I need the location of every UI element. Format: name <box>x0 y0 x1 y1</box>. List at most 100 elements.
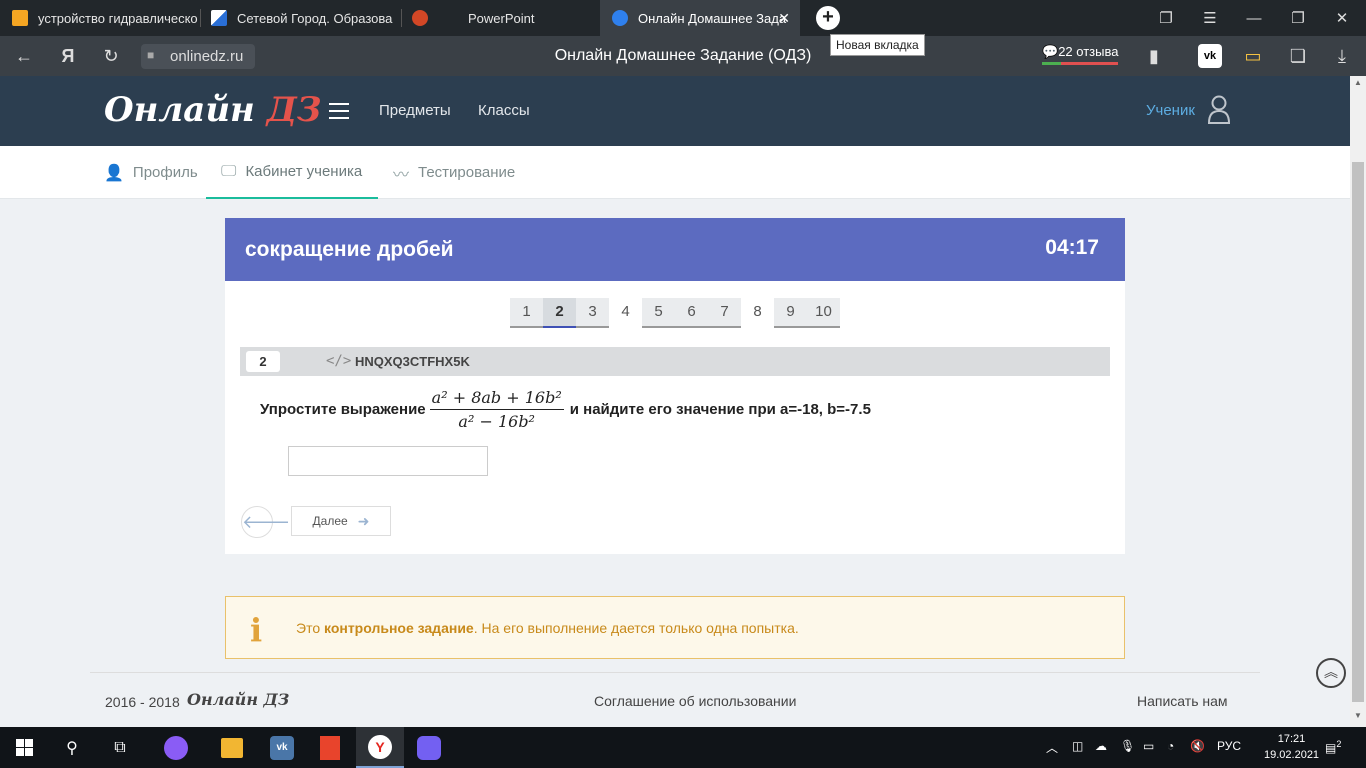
minimize-icon[interactable]: — <box>1232 0 1276 36</box>
page-button[interactable]: 7 <box>708 298 741 328</box>
next-button[interactable]: Далее ➜ <box>291 506 391 536</box>
question-prefix: Упростите выражение <box>260 400 426 418</box>
student-link[interactable]: Ученик <box>1146 102 1195 119</box>
fraction-numerator: a² + 8ab + 16b² <box>429 388 564 410</box>
vk-icon[interactable]: vk <box>1198 44 1222 68</box>
scroll-thumb[interactable] <box>1352 162 1364 702</box>
hamburger-menu-icon[interactable] <box>329 103 349 119</box>
viber-icon[interactable] <box>405 727 453 768</box>
tray-chevron-icon[interactable]: ︿ <box>1046 739 1058 756</box>
user-icon[interactable] <box>1207 94 1231 124</box>
person-icon: 👤 <box>104 164 124 182</box>
page-button-current[interactable]: 2 <box>543 298 576 328</box>
battery-saver-icon[interactable]: ▭ <box>1241 44 1265 68</box>
scroll-to-top-icon[interactable]: ︽ <box>1316 658 1346 688</box>
notice-text: Это контрольное задание. На его выполнен… <box>296 620 799 636</box>
tab-testing[interactable]: 〰 Тестирование <box>393 146 515 199</box>
task-card: сокращение дробей 04:17 1 2 3 4 5 6 7 8 … <box>225 218 1125 554</box>
vk-app-icon[interactable]: vk <box>258 727 306 768</box>
battery-icon[interactable]: ▭ <box>1143 739 1154 753</box>
alice-icon[interactable] <box>152 727 200 768</box>
onedrive-icon[interactable]: ☁ <box>1095 739 1107 753</box>
footer-divider <box>90 672 1260 673</box>
scroll-up-icon[interactable]: ▲ <box>1350 78 1366 92</box>
bookmark-icon[interactable]: ▮ <box>1142 44 1166 68</box>
page-scrollbar[interactable]: ▲ ▼ <box>1350 76 1366 727</box>
back-arrow-button[interactable]: 🡐 <box>241 506 290 538</box>
close-tab-icon[interactable]: ✕ <box>778 10 790 27</box>
powerpoint-icon <box>412 10 428 26</box>
page-button[interactable]: 9 <box>774 298 807 328</box>
notifications-icon[interactable]: ▤2 <box>1325 739 1341 755</box>
new-tab-button[interactable]: + <box>816 6 840 30</box>
monitor-icon: 🖵 <box>221 162 237 180</box>
question-info-bar: 2 </> HNQXQ3CTFHX5K <box>240 347 1110 376</box>
close-window-icon[interactable]: ✕ <box>1320 0 1364 36</box>
page-button[interactable]: 3 <box>576 298 609 328</box>
download-icon[interactable]: ⤓ <box>1330 44 1354 68</box>
footer-logo[interactable]: Онлайн ДЗ <box>187 690 289 709</box>
windows-start-icon[interactable] <box>0 727 48 768</box>
footer-years: 2016 - 2018 <box>105 694 180 710</box>
footer-contact-link[interactable]: Написать нам <box>1137 693 1228 709</box>
menu-link-classes[interactable]: Классы <box>478 102 530 119</box>
browser-tab-1[interactable]: устройство гидравлическо <box>0 0 200 36</box>
tray-app-icon[interactable]: ◫ <box>1072 739 1083 753</box>
yandex-browser-icon[interactable]: Y <box>356 727 404 768</box>
scroll-down-icon[interactable]: ▼ <box>1350 711 1366 725</box>
extensions-icon[interactable]: ❏ <box>1286 44 1310 68</box>
page-button[interactable]: 1 <box>510 298 543 328</box>
question-number: 2 <box>246 351 280 372</box>
task-card-header: сокращение дробей 04:17 <box>225 218 1125 281</box>
question-suffix: и найдите его значение при a=-18, b=-7.5 <box>569 400 871 418</box>
tab-profile[interactable]: 👤 Профиль <box>104 146 198 199</box>
question-text: Упростите выражение a² + 8ab + 16b² a² −… <box>260 386 871 432</box>
store-icon[interactable] <box>208 727 256 768</box>
comment-icon: 💬 <box>1042 44 1059 59</box>
new-tab-tooltip: Новая вкладка <box>830 34 925 56</box>
page-button[interactable]: 8 <box>741 298 774 328</box>
web-page: Онлайн ДЗ Предметы Классы Ученик 👤 Профил… <box>0 76 1350 727</box>
info-icon: i <box>250 611 263 649</box>
task-timer: 04:17 <box>1045 236 1099 259</box>
volume-muted-icon[interactable]: 🔇 <box>1190 739 1205 753</box>
tab-label: Онлайн Домашнее Зада <box>638 10 787 26</box>
tab-label: PowerPoint <box>468 10 535 26</box>
page-button[interactable]: 4 <box>609 298 642 328</box>
restore-icon[interactable]: ❐ <box>1276 0 1320 36</box>
page-button[interactable]: 5 <box>642 298 675 328</box>
fraction-denominator: a² − 16b² <box>458 411 535 431</box>
browser-tab-3[interactable]: PowerPoint <box>402 0 600 36</box>
language-indicator[interactable]: РУС <box>1217 739 1241 753</box>
menu-link-subjects[interactable]: Предметы <box>379 102 451 119</box>
pulse-icon: 〰 <box>393 166 410 184</box>
page-button[interactable]: 6 <box>675 298 708 328</box>
onlinedz-icon <box>612 10 628 26</box>
browser-tab-active[interactable]: Онлайн Домашнее Зада ✕ <box>600 0 800 36</box>
wifi-icon[interactable]: ◔ <box>1167 739 1174 753</box>
windows-taskbar: ⚲ ⧉ vk Y ︿ ◫ ☁ 🎙 ▭ ◔ 🔇 РУС 17:21 19.02.2… <box>0 727 1366 768</box>
page-button[interactable]: 10 <box>807 298 840 328</box>
question-code: HNQXQ3CTFHX5K <box>355 354 470 369</box>
browser-tab-bar: устройство гидравлическо Сетевой Город. … <box>0 0 1366 36</box>
site-logo[interactable]: Онлайн ДЗ <box>104 90 321 130</box>
office-icon[interactable] <box>306 727 354 768</box>
question-pager: 1 2 3 4 5 6 7 8 9 10 <box>510 298 840 328</box>
microphone-icon[interactable]: 🎙 <box>1120 739 1135 753</box>
task-view-icon[interactable]: ⧉ <box>96 727 144 768</box>
answer-input[interactable] <box>288 446 488 476</box>
search-icon[interactable]: ⚲ <box>48 727 96 768</box>
control-task-notice: i Это контрольное задание. На его выполн… <box>225 596 1125 659</box>
browser-tab-2[interactable]: Сетевой Город. Образова <box>201 0 401 36</box>
system-clock[interactable]: 17:21 19.02.2021 <box>1264 731 1319 763</box>
code-icon: </> <box>326 353 352 369</box>
arrow-right-icon: ➜ <box>357 512 370 529</box>
footer-agreement-link[interactable]: Соглашение об использовании <box>594 693 796 709</box>
menu-icon[interactable]: ☰ <box>1188 0 1232 36</box>
collections-icon[interactable]: ❐ <box>1144 0 1188 36</box>
rating-bar <box>1042 62 1118 65</box>
tab-student-cabinet[interactable]: 🖵 Кабинет ученика <box>206 146 378 199</box>
reviews-badge[interactable]: 💬22 отзыва <box>1042 44 1118 65</box>
tab-label: Сетевой Город. Образова <box>237 10 393 26</box>
next-label: Далее <box>312 514 348 528</box>
